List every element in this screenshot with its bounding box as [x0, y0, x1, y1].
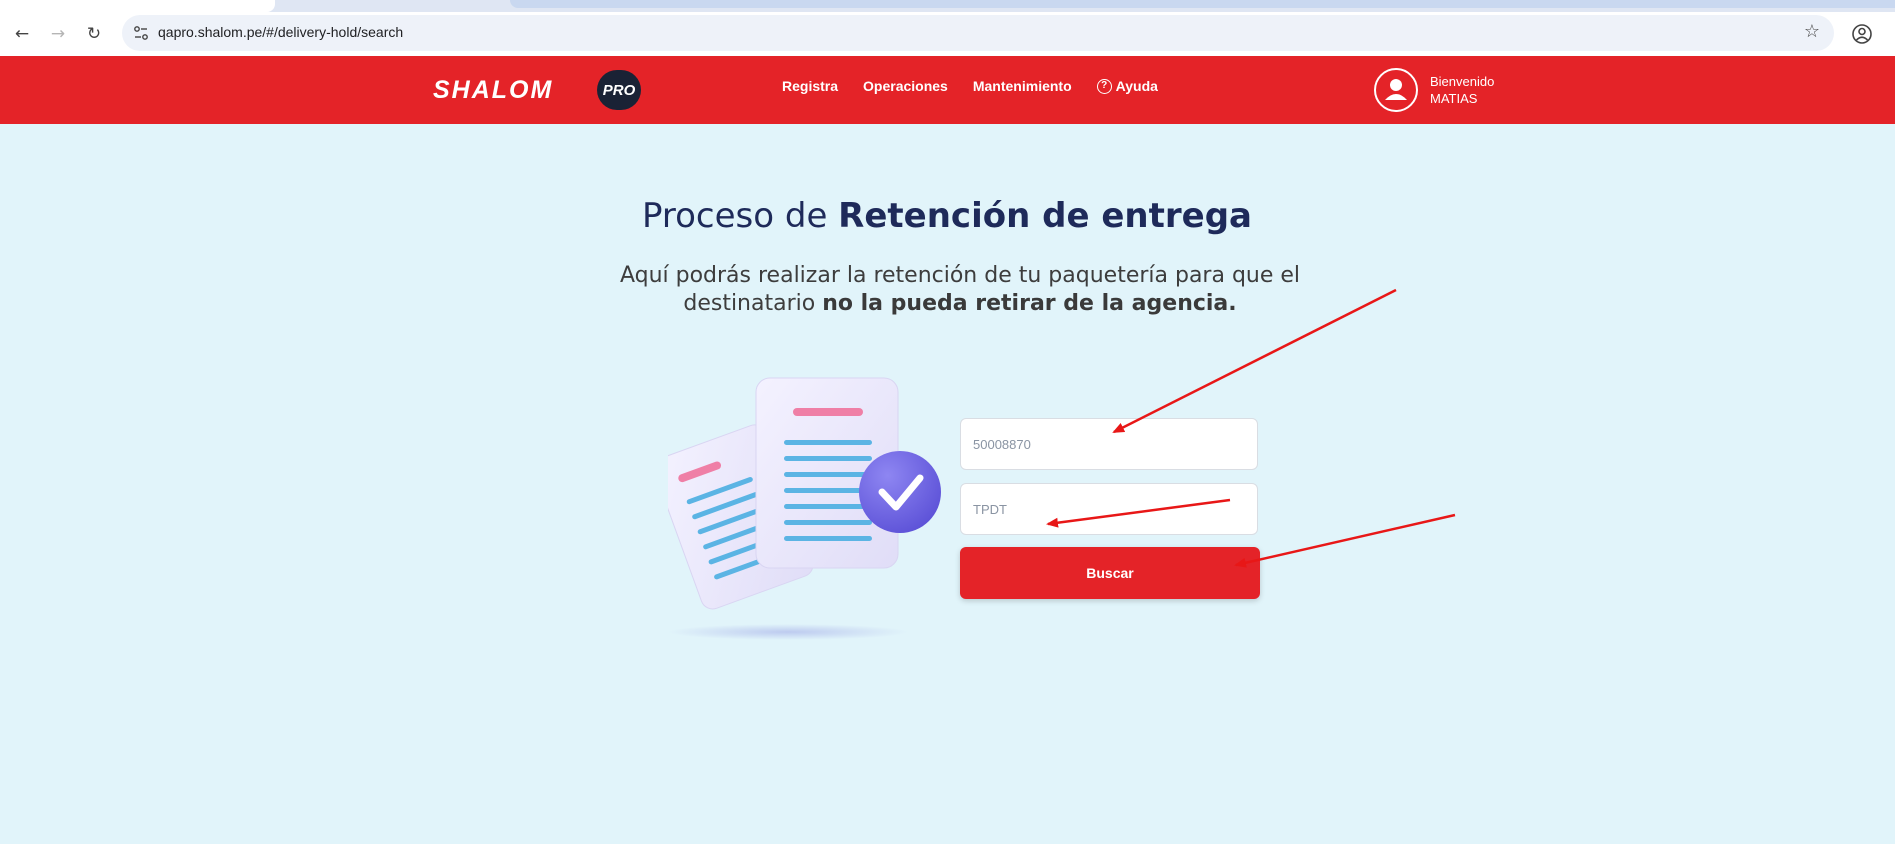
main-nav: Registra Operaciones Mantenimiento ? Ayu…	[782, 78, 1158, 94]
app-header: SHALOM PRO Registra Operaciones Mantenim…	[0, 56, 1895, 124]
bookmark-star-icon[interactable]: ☆	[1804, 21, 1820, 42]
nav-ayuda-label: Ayuda	[1115, 78, 1158, 94]
user-icon	[1385, 79, 1407, 100]
nav-mantenimiento[interactable]: Mantenimiento	[973, 78, 1072, 94]
page-title: Proceso de Retención de entrega	[0, 196, 1895, 236]
address-bar[interactable]: qapro.shalom.pe/#/delivery-hold/search ☆	[122, 15, 1834, 51]
back-icon[interactable]: ←	[8, 20, 36, 48]
user-menu[interactable]: Bienvenido MATIAS	[1374, 68, 1494, 112]
logo-badge: PRO	[597, 70, 641, 110]
search-button[interactable]: Buscar	[960, 547, 1260, 599]
subtitle-bold: no la pueda retirar de la agencia.	[822, 291, 1237, 316]
nav-ayuda[interactable]: ? Ayuda	[1096, 78, 1158, 94]
tracking-number-input[interactable]	[960, 418, 1258, 470]
code-input[interactable]	[960, 483, 1258, 535]
page-title-regular: Proceso de	[641, 196, 839, 236]
address-url[interactable]: qapro.shalom.pe/#/delivery-hold/search	[158, 24, 403, 40]
illustration-shadow	[668, 624, 908, 640]
reload-icon[interactable]: ↻	[80, 20, 108, 48]
profile-icon[interactable]	[1848, 20, 1876, 48]
avatar[interactable]	[1374, 68, 1418, 112]
browser-tab-active[interactable]	[0, 0, 275, 12]
documents-check-illustration	[668, 377, 941, 640]
shalom-logo[interactable]: SHALOM PRO	[433, 70, 643, 112]
page-subtitle: Aquí podrás realizar la retención de tu …	[590, 262, 1330, 318]
forward-icon[interactable]: →	[44, 20, 72, 48]
user-text: Bienvenido MATIAS	[1430, 73, 1494, 107]
check-circle-icon	[859, 451, 941, 533]
nav-operaciones[interactable]: Operaciones	[863, 78, 948, 94]
browser-tabstrip	[0, 0, 1895, 12]
browser-tab-other[interactable]	[510, 0, 1895, 8]
nav-registra[interactable]: Registra	[782, 78, 838, 94]
logo-badge-text: PRO	[602, 81, 636, 99]
annotation-arrow-3	[1234, 513, 1456, 568]
user-greeting: Bienvenido	[1430, 74, 1495, 89]
site-settings-icon[interactable]	[132, 24, 150, 42]
user-name: MATIAS	[1430, 91, 1478, 106]
help-icon: ?	[1096, 78, 1112, 94]
browser-toolbar: ← → ↻ qapro.shalom.pe/#/delivery-hold/se…	[0, 12, 1895, 57]
logo-text: SHALOM	[433, 76, 554, 104]
page-title-bold: Retención de entrega	[838, 196, 1252, 236]
